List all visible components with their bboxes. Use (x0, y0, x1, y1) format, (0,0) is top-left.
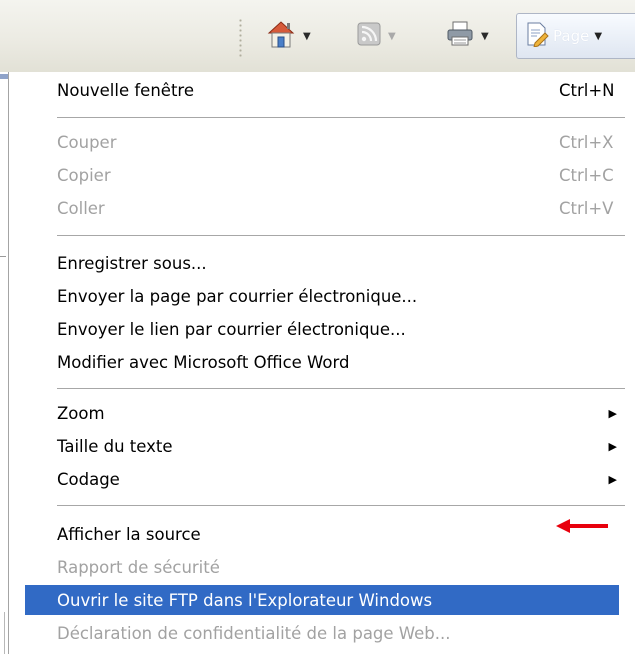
print-dropdown-arrow[interactable]: ▼ (481, 31, 489, 42)
menu-item-label: Nouvelle fenêtre (57, 80, 194, 100)
printer-icon (445, 20, 475, 52)
menu-separator (57, 388, 625, 389)
menu-item-email-link[interactable]: Envoyer le lien par courrier électroniqu… (25, 314, 619, 344)
edge-mark (0, 74, 8, 79)
rss-feed-icon (356, 21, 382, 51)
menu-item-paste: Coller Ctrl+V (25, 193, 619, 223)
edge-mark (4, 612, 5, 654)
page-dropdown-menu: Nouvelle fenêtre Ctrl+N Couper Ctrl+X Co… (8, 72, 635, 654)
menu-separator (57, 235, 625, 236)
home-button[interactable]: ▼ (265, 18, 311, 54)
menu-item-shortcut: Ctrl+V (559, 198, 614, 218)
feeds-dropdown-arrow: ▼ (388, 30, 396, 42)
feeds-button[interactable]: ▼ (356, 18, 396, 54)
menu-item-open-ftp-in-explorer[interactable]: Ouvrir le site FTP dans l'Explorateur Wi… (25, 585, 619, 615)
menu-item-label: Zoom (57, 403, 105, 423)
home-dropdown-arrow[interactable]: ▼ (303, 31, 311, 42)
submenu-arrow-icon: ▶ (608, 406, 617, 420)
menu-item-save-as[interactable]: Enregistrer sous... (25, 248, 619, 278)
menu-item-cut: Couper Ctrl+X (25, 127, 619, 157)
menu-item-label: Ouvrir le site FTP dans l'Explorateur Wi… (57, 590, 433, 610)
menu-item-label: Modifier avec Microsoft Office Word (57, 352, 350, 372)
menu-item-label: Envoyer le lien par courrier électroniqu… (57, 319, 406, 339)
menu-item-security-report: Rapport de sécurité (25, 552, 619, 582)
annotation-arrow-icon (556, 519, 608, 533)
menu-item-copy: Copier Ctrl+C (25, 160, 619, 190)
page-menu-label: Page (553, 27, 590, 45)
menu-item-label: Afficher la source (57, 524, 201, 544)
menu-item-shortcut: Ctrl+C (559, 165, 614, 185)
menu-item-shortcut: Ctrl+N (559, 80, 615, 100)
menu-item-label: Déclaration de confidentialité de la pag… (57, 623, 451, 643)
menu-item-label: Couper (57, 132, 117, 152)
menu-item-email-page[interactable]: Envoyer la page par courrier électroniqu… (25, 281, 619, 311)
menu-item-privacy-report: Déclaration de confidentialité de la pag… (25, 618, 619, 648)
menu-item-edit-with-word[interactable]: Modifier avec Microsoft Office Word (25, 347, 619, 377)
home-icon (265, 19, 297, 53)
page-menu-button[interactable]: Page ▼ (516, 13, 635, 59)
menu-item-label: Copier (57, 165, 111, 185)
menu-item-zoom[interactable]: Zoom ▶ (25, 398, 619, 428)
page-edit-icon (525, 21, 549, 51)
menu-item-encoding[interactable]: Codage ▶ (25, 464, 619, 494)
toolbar-grip[interactable] (239, 18, 242, 58)
print-button[interactable]: ▼ (445, 18, 489, 54)
menu-item-label: Codage (57, 469, 120, 489)
menu-item-new-window[interactable]: Nouvelle fenêtre Ctrl+N (25, 75, 619, 105)
page-dropdown-arrow[interactable]: ▼ (594, 31, 602, 42)
submenu-arrow-icon: ▶ (608, 472, 617, 486)
background-page-edge (0, 72, 8, 654)
menu-item-shortcut: Ctrl+X (559, 132, 614, 152)
menu-item-label: Taille du texte (57, 436, 173, 456)
command-bar: ▼ ▼ ▼ Page ▼ (0, 0, 635, 72)
menu-separator (57, 117, 625, 118)
menu-item-label: Coller (57, 198, 105, 218)
edge-mark (0, 256, 6, 257)
menu-item-label: Envoyer la page par courrier électroniqu… (57, 286, 418, 306)
submenu-arrow-icon: ▶ (608, 439, 617, 453)
menu-separator (57, 505, 625, 506)
menu-item-label: Rapport de sécurité (57, 557, 220, 577)
menu-item-view-source[interactable]: Afficher la source (25, 519, 619, 549)
menu-item-text-size[interactable]: Taille du texte ▶ (25, 431, 619, 461)
menu-item-label: Enregistrer sous... (57, 253, 207, 273)
